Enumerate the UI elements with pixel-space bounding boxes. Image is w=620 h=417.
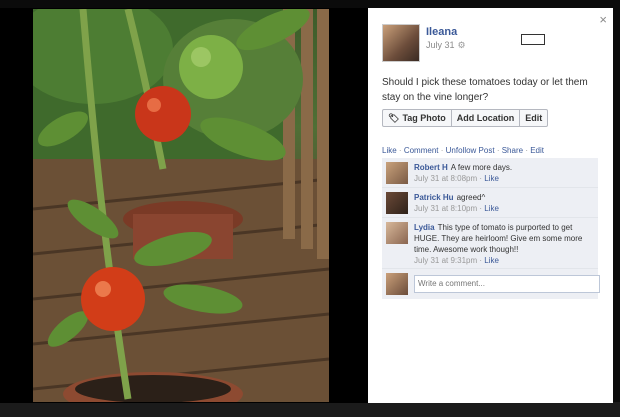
comment-body: Patrick Hu agreed^ — [414, 192, 594, 203]
comment-link[interactable]: Comment — [404, 146, 439, 155]
comment-like-link[interactable]: Like — [484, 204, 499, 213]
comment-item: Lydia This type of tomato is purported to… — [382, 218, 598, 269]
current-user-avatar — [386, 273, 408, 295]
separator: · — [525, 146, 528, 155]
comment-like-link[interactable]: Like — [484, 256, 499, 265]
author-avatar[interactable] — [382, 24, 420, 62]
post-caption: Should I pick these tomatoes today or le… — [382, 77, 588, 103]
commenter-avatar[interactable] — [386, 162, 408, 184]
comment-text: agreed^ — [456, 193, 486, 202]
comment-meta: July 31 at 8:10pm · Like — [414, 204, 499, 213]
edit-photo-button[interactable]: Edit — [520, 110, 547, 126]
commenter-avatar[interactable] — [386, 222, 408, 244]
comment-body: Lydia This type of tomato is purported to… — [414, 222, 594, 255]
tomato-photo-graphic — [33, 9, 329, 402]
tag-photo-button[interactable]: 🏷 Tag Photo — [383, 110, 452, 126]
commenter-avatar[interactable] — [386, 192, 408, 214]
separator: · — [440, 146, 444, 155]
separator: · — [496, 146, 500, 155]
edit-link[interactable]: Edit — [530, 146, 544, 155]
post-date: July 31 ⚙ — [426, 40, 466, 51]
close-icon[interactable]: × — [599, 12, 607, 27]
comment-item: Robert HA few more days. July 31 at 8:08… — [382, 158, 598, 188]
comment-meta: July 31 at 9:31pm · Like — [414, 256, 499, 265]
share-link[interactable]: Share — [502, 146, 523, 155]
comment-text: A few more days. — [450, 163, 513, 172]
commenter-name[interactable]: Lydia — [414, 223, 435, 232]
comment-like-link[interactable]: Like — [484, 174, 499, 183]
post-date-text[interactable]: July 31 — [426, 40, 455, 50]
like-link[interactable]: Like — [382, 146, 397, 155]
redaction-box — [521, 34, 545, 45]
comment-time[interactable]: July 31 at 8:08pm — [414, 174, 477, 183]
comment-text: This type of tomato is purported to get … — [414, 223, 583, 254]
write-comment-row — [382, 269, 600, 299]
edit-photo-label: Edit — [525, 113, 543, 123]
post-panel: × Ileana July 31 ⚙ Should I pick these to… — [368, 8, 613, 403]
comment-time[interactable]: July 31 at 8:10pm — [414, 204, 477, 213]
audience-gear-icon[interactable]: ⚙ — [458, 40, 466, 50]
comment-list: Robert HA few more days. July 31 at 8:08… — [382, 158, 600, 299]
add-location-button[interactable]: Add Location — [452, 110, 521, 126]
comment-time[interactable]: July 31 at 9:31pm — [414, 256, 477, 265]
tag-icon: 🏷 — [388, 113, 400, 123]
add-location-label: Add Location — [456, 113, 515, 123]
commenter-name[interactable]: Robert H — [414, 163, 448, 172]
tag-photo-label: Tag Photo — [402, 113, 446, 123]
photo-actions: 🏷 Tag Photo Add Location Edit — [382, 109, 549, 127]
unfollow-post-link[interactable]: Unfollow Post — [446, 146, 495, 155]
comment-meta: July 31 at 8:08pm · Like — [414, 174, 499, 183]
author-name[interactable]: Ileana — [426, 26, 457, 38]
write-comment-input[interactable] — [414, 274, 600, 293]
commenter-name[interactable]: Patrick Hu — [414, 193, 454, 202]
separator: · — [398, 146, 402, 155]
comment-item: Patrick Hu agreed^ July 31 at 8:10pm · Li… — [382, 188, 598, 218]
story-links: Like · Comment · Unfollow Post · Share ·… — [382, 146, 544, 155]
tomato-photo[interactable] — [33, 9, 329, 402]
bottom-strip — [0, 402, 620, 417]
comment-body: Robert HA few more days. — [414, 162, 594, 173]
photo-stage — [0, 8, 368, 403]
